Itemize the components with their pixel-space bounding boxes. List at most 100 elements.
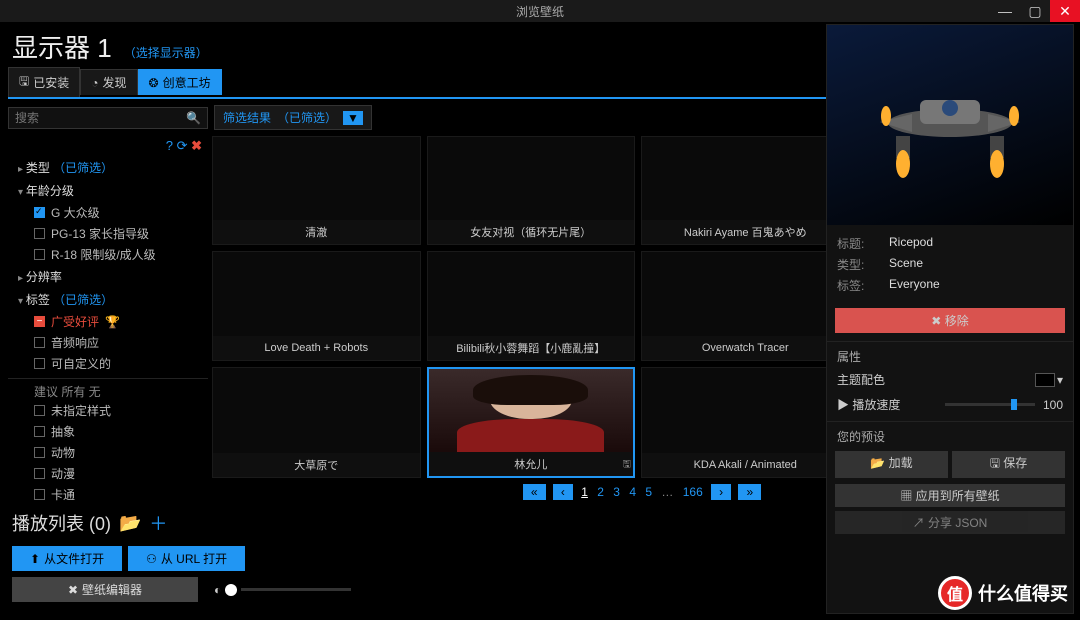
clear-filters-icon[interactable]: ✖ (191, 138, 202, 153)
age-pg13[interactable]: PG-13 家长指导级 (8, 223, 208, 244)
tag-abstract[interactable]: 抽象 (8, 421, 208, 442)
folder-icon: 📂 (870, 456, 885, 470)
color-scheme-row[interactable]: 主题配色 ▾ (827, 367, 1073, 392)
save-icon: 🖫 (19, 72, 29, 93)
tab-workshop[interactable]: ❂创意工坊 (138, 69, 222, 95)
search-box[interactable]: 🔍 (8, 107, 208, 129)
age-g[interactable]: G 大众级 (8, 202, 208, 223)
play-icon: ▶ (837, 398, 849, 412)
detail-tag: Everyone (889, 277, 940, 294)
tag-favorite[interactable]: −广受好评 🏆 (8, 311, 208, 332)
page-2[interactable]: 2 (597, 485, 604, 499)
save-icon: 🖫 (622, 457, 631, 474)
steam-icon: ❂ (149, 76, 159, 90)
wallpaper-preview (827, 25, 1073, 225)
watermark: 值 什么值得买 (938, 576, 1068, 610)
apply-icon: ▦ (900, 489, 912, 503)
add-icon[interactable]: ＋ (149, 510, 167, 536)
tab-installed[interactable]: 🖫已安装 (8, 67, 80, 97)
trophy-icon: 🏆 (105, 315, 120, 329)
window-controls: — ▢ ✕ (990, 0, 1080, 22)
tag-unspec[interactable]: 未指定样式 (8, 400, 208, 421)
x-icon: ✖ (931, 314, 941, 328)
filter-tags[interactable]: 标签 （已筛选） (8, 288, 208, 311)
tag-audio[interactable]: 音频响应 (8, 332, 208, 353)
minimize-button[interactable]: — (990, 0, 1020, 22)
detail-title: Ricepod (889, 235, 933, 252)
upload-icon: ⬆ (30, 552, 40, 566)
detail-info: 标题:Ricepod 类型:Scene 标签:Everyone (827, 225, 1073, 304)
filter-resolution[interactable]: 分辨率 (8, 265, 208, 288)
spaceship-graphic (850, 48, 1050, 188)
compass-icon: ◔ (91, 76, 98, 90)
wallpaper-card[interactable]: Nakiri Ayame 百鬼あやめ (641, 136, 850, 245)
page-first[interactable]: « (523, 484, 546, 500)
tag-custom[interactable]: 可自定义的 (8, 353, 208, 374)
refresh-icon[interactable]: ⟳ (177, 138, 188, 153)
page-last-num[interactable]: 166 (683, 485, 703, 499)
folder-open-icon[interactable]: 📂 (119, 513, 141, 534)
load-preset-button[interactable]: 📂 加载 (835, 451, 948, 478)
properties-label: 属性 (827, 341, 1073, 367)
search-icon[interactable]: 🔍 (186, 111, 201, 125)
detail-panel: 标题:Ricepod 类型:Scene 标签:Everyone ✖ 移除 属性 … (826, 24, 1074, 614)
filter-type[interactable]: 类型 （已筛选） (8, 156, 208, 179)
portrait-thumb (429, 369, 634, 452)
wallpaper-card[interactable]: Overwatch Tracer (641, 251, 850, 360)
filter-sidebar: ? ⟳ ✖ 类型 （已筛选） 年龄分级 G 大众级 PG-13 家长指导级 R-… (8, 136, 208, 506)
speed-value: 100 (1043, 398, 1063, 412)
detail-type: Scene (889, 256, 923, 273)
tools-icon: ✖ (68, 583, 78, 597)
share-icon: ↗ (913, 516, 925, 530)
wallpaper-editor-button[interactable]: ✖壁纸编辑器 (12, 577, 198, 602)
title-bar: 浏览壁纸 — ▢ ✕ (0, 0, 1080, 22)
select-display-link[interactable]: （选择显示器） (124, 44, 208, 61)
globe-icon: ⚇ (146, 552, 157, 566)
filter-age[interactable]: 年龄分级 (8, 179, 208, 202)
funnel-icon: ▼ (343, 111, 363, 125)
open-from-file-button[interactable]: ⬆从文件打开 (12, 546, 122, 571)
save-preset-button[interactable]: 🖫 保存 (952, 451, 1065, 478)
wallpaper-card[interactable]: Love Death + Robots (212, 251, 421, 360)
close-button[interactable]: ✕ (1050, 0, 1080, 22)
tag-anime[interactable]: 动漫 (8, 463, 208, 484)
filter-results-button[interactable]: 筛选结果（已筛选） ▼ (214, 105, 372, 130)
save-icon: 🖫 (990, 456, 1000, 470)
page-next[interactable]: › (711, 484, 731, 500)
wallpaper-card[interactable]: 大草原で (212, 367, 421, 478)
speed-slider[interactable] (945, 403, 1035, 406)
share-json-button[interactable]: ↗ 分享 JSON (835, 511, 1065, 534)
page-4[interactable]: 4 (629, 485, 636, 499)
presets-label: 您的预设 (827, 421, 1073, 447)
page-5[interactable]: 5 (645, 485, 652, 499)
page-1[interactable]: 1 (581, 485, 588, 499)
search-input[interactable] (15, 111, 186, 125)
remove-button[interactable]: ✖ 移除 (835, 308, 1065, 333)
wallpaper-card[interactable]: Bilibili秋小蓉舞蹈【小鹿亂撞】 (427, 251, 636, 360)
wallpaper-card[interactable]: 女友对视（循环无片尾） (427, 136, 636, 245)
tag-sub-labels[interactable]: 建议 所有 无 (8, 378, 208, 400)
age-r18[interactable]: R-18 限制级/成人级 (8, 244, 208, 265)
apply-all-button[interactable]: ▦ 应用到所有壁纸 (835, 484, 1065, 507)
page-end[interactable]: » (738, 484, 761, 500)
page-prev[interactable]: ‹ (553, 484, 573, 500)
chevron-down-icon: ▾ (1057, 373, 1063, 387)
wallpaper-card-selected[interactable]: 林允儿🖫 (427, 367, 636, 478)
help-icon[interactable]: ? (166, 138, 173, 153)
brightness-control[interactable]: ◐ (214, 583, 351, 597)
watermark-badge: 值 (938, 576, 972, 610)
display-title: 显示器 1 (12, 28, 112, 65)
window-title: 浏览壁纸 (516, 3, 564, 20)
contrast-icon: ◐ (214, 583, 221, 597)
tag-cgi[interactable]: CGI (8, 505, 208, 506)
tag-animal[interactable]: 动物 (8, 442, 208, 463)
playback-speed-row[interactable]: ▶ 播放速度 100 (827, 392, 1073, 417)
page-3[interactable]: 3 (613, 485, 620, 499)
wallpaper-card[interactable]: 清澈 (212, 136, 421, 245)
tab-discover[interactable]: ◔发现 (80, 69, 137, 95)
maximize-button[interactable]: ▢ (1020, 0, 1050, 22)
tag-cartoon[interactable]: 卡通 (8, 484, 208, 505)
color-swatch[interactable] (1035, 373, 1055, 387)
wallpaper-card[interactable]: KDA Akali / Animated (641, 367, 850, 478)
open-from-url-button[interactable]: ⚇从 URL 打开 (128, 546, 245, 571)
